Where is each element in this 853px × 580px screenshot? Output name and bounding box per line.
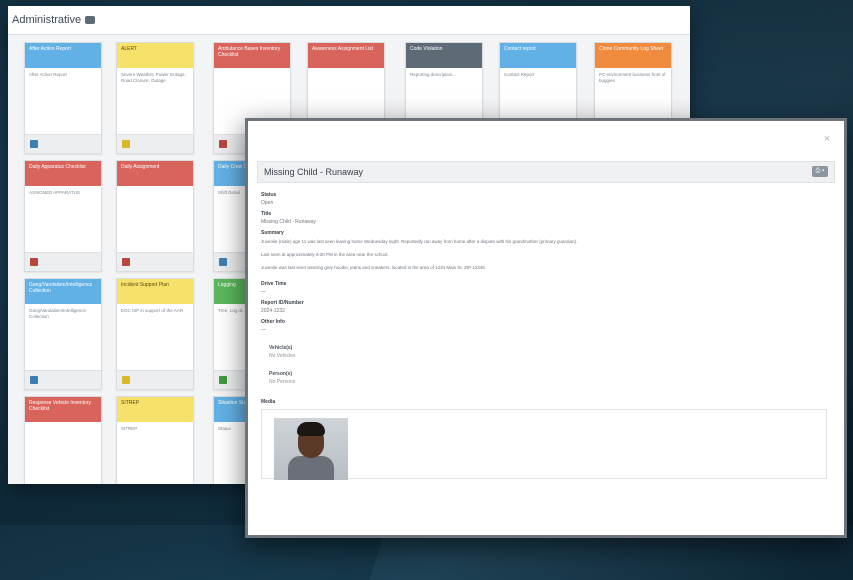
card-footer xyxy=(25,370,101,389)
card-description: Reporting description... xyxy=(410,72,457,77)
record-title: Missing Child - Runaway xyxy=(264,167,364,177)
form-icon[interactable] xyxy=(219,140,227,148)
media-container xyxy=(261,409,827,480)
persons-section: Person(s) No Persons xyxy=(261,371,831,385)
vehicles-section: Vehicle(s) No Vehicles xyxy=(261,345,831,359)
section-value: No Vehicles xyxy=(269,353,296,359)
card-title: Response Vehicle Inventory Checklist xyxy=(25,397,101,422)
card-footer xyxy=(117,252,193,271)
photo-hair xyxy=(297,422,325,436)
form-icon[interactable] xyxy=(122,140,130,148)
dashboard-header: Administrative xyxy=(8,6,690,35)
card-footer xyxy=(25,252,101,271)
card-title: After Action Report xyxy=(25,43,101,68)
form-icon[interactable] xyxy=(122,258,130,266)
card-title: Crime Community Log Sheet xyxy=(595,43,671,68)
field-drive-time: Drive Time — xyxy=(261,281,831,295)
form-card[interactable]: SITREP SITREP xyxy=(116,396,194,484)
form-card[interactable]: Incident Support Plan EOC ISP in support … xyxy=(116,278,194,390)
field-value: — xyxy=(261,289,266,295)
field-label: Drive Time xyxy=(261,281,287,287)
field-label: Status xyxy=(261,192,277,198)
field-title: Title Missing Child - Runaway xyxy=(261,211,831,225)
card-title: Ambulance Bases Inventory Checklist xyxy=(214,43,290,68)
card-title: Daily Assignment xyxy=(117,161,193,186)
category-icon xyxy=(85,16,96,24)
summary-paragraph: Last seen at approximately 8:30 PM in th… xyxy=(261,252,389,257)
section-value: No Persons xyxy=(269,379,296,385)
field-value: 2024-1232 xyxy=(261,308,285,314)
card-title: Gang/Vandalism/Intelligence Collection xyxy=(25,279,101,304)
card-description: SITREP xyxy=(121,426,138,431)
form-icon[interactable] xyxy=(30,376,38,384)
section-label: Media xyxy=(261,399,276,405)
field-report-id: Report ID/Number 2024-1232 xyxy=(261,300,831,314)
card-footer xyxy=(117,134,193,153)
print-dropdown-button[interactable]: ⎙ ▾ xyxy=(812,166,828,177)
card-description: Gang/Vandalism/Intelligence Collection xyxy=(29,308,86,319)
card-description: Contact Report xyxy=(504,72,535,77)
media-section: Media xyxy=(261,399,831,480)
summary-paragraph: Juvenile (male) age 11 was last seen lea… xyxy=(261,239,578,244)
card-description: Severe Weather, Power Outage, Road Closu… xyxy=(121,72,186,83)
card-title: SITREP xyxy=(117,397,193,422)
card-description xyxy=(214,68,290,124)
field-label: Summary xyxy=(261,230,284,236)
person-photo[interactable] xyxy=(274,418,348,480)
card-title: Contact report xyxy=(500,43,576,68)
field-summary: Summary Juvenile (male) age 11 was last … xyxy=(261,230,831,271)
form-card[interactable]: After Action Report After Action Report xyxy=(24,42,102,154)
card-description xyxy=(117,186,193,242)
field-value: — xyxy=(261,327,266,333)
field-status: Status Open xyxy=(261,192,831,206)
card-title: Code Violation xyxy=(406,43,482,68)
form-icon[interactable] xyxy=(219,376,227,384)
form-card[interactable]: Response Vehicle Inventory Checklist xyxy=(24,396,102,484)
section-label: Vehicle(s) xyxy=(269,345,293,351)
record-detail-modal: × Missing Child - Runaway ⎙ ▾ Status Ope… xyxy=(245,118,847,538)
field-value: Open xyxy=(261,200,274,206)
card-description: EOC ISP in support of the AAR xyxy=(121,308,183,313)
form-card[interactable]: Daily Apparatus Checklist ASSIGNED APPARA… xyxy=(24,160,102,272)
card-title: Daily Apparatus Checklist xyxy=(25,161,101,186)
field-label: Report ID/Number xyxy=(261,300,304,306)
form-icon[interactable] xyxy=(122,376,130,384)
field-label: Other Info xyxy=(261,319,285,325)
dashboard-title: Administrative xyxy=(12,14,82,26)
form-card[interactable]: Daily Assignment xyxy=(116,160,194,272)
card-footer xyxy=(25,134,101,153)
card-title: Incident Support Plan xyxy=(117,279,193,304)
section-label: Person(s) xyxy=(269,371,293,377)
form-card[interactable]: ALERT Severe Weather, Power Outage, Road … xyxy=(116,42,194,154)
form-icon[interactable] xyxy=(30,140,38,148)
card-description: PC environment business front of buggies xyxy=(599,72,666,83)
card-title: Awareness Assignment List xyxy=(308,43,384,68)
field-value: Missing Child - Runaway xyxy=(261,219,317,225)
form-card[interactable]: Gang/Vandalism/Intelligence Collection Ga… xyxy=(24,278,102,390)
summary-paragraph: Juvenile was last seen wearing grey hood… xyxy=(261,265,487,270)
card-title: ALERT xyxy=(117,43,193,68)
card-description: After Action Report xyxy=(29,72,67,77)
card-description xyxy=(308,68,384,124)
card-footer xyxy=(117,370,193,389)
record-content: Status Open Title Missing Child - Runawa… xyxy=(261,187,831,480)
card-description: ASSIGNED APPARATUS xyxy=(29,190,80,195)
record-header-bar: Missing Child - Runaway ⎙ ▾ xyxy=(257,161,835,183)
form-icon[interactable] xyxy=(30,258,38,266)
photo-shirt xyxy=(288,456,334,480)
field-other-info: Other Info — xyxy=(261,319,831,333)
close-icon[interactable]: × xyxy=(824,133,830,145)
field-label: Title xyxy=(261,211,272,217)
card-description xyxy=(25,422,101,478)
form-icon[interactable] xyxy=(219,258,227,266)
